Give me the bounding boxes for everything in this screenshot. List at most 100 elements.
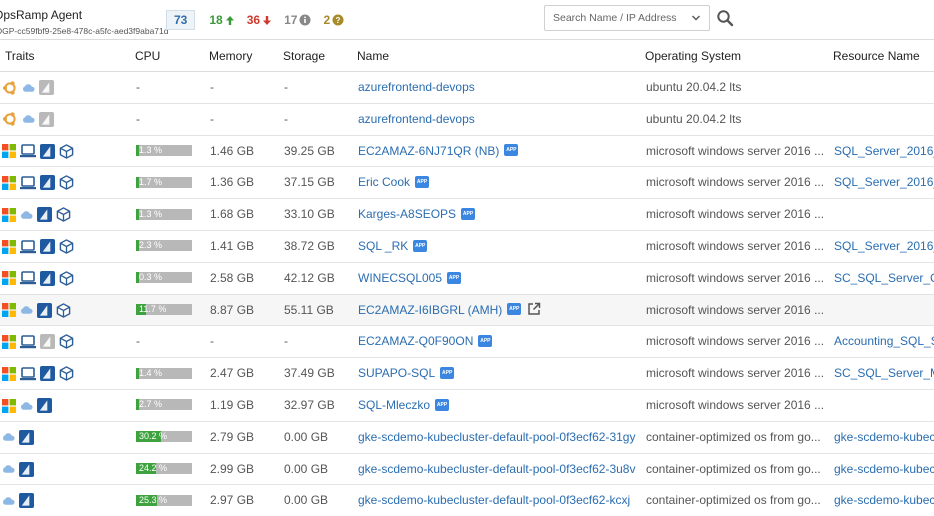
table-row[interactable]: 25.3 % 2.97 GB 0.00 GB gke-scdemo-kubeclust… (0, 485, 934, 516)
column-header-resource-name[interactable]: Resource Name (828, 40, 934, 72)
table-row[interactable]: 2.3 % 1.41 GB 38.72 GB SQL _RK APP microsoft … (0, 231, 934, 263)
resource-name-value-link[interactable]: SQL_Server_2016_E (834, 239, 934, 253)
resource-name-value-link[interactable]: SQL_Server_2016_E (834, 144, 934, 158)
up-count: 18 (209, 13, 223, 27)
app-badge-icon[interactable]: APP (507, 303, 522, 316)
resource-name-link[interactable]: WINECSQL005 (358, 271, 442, 285)
resource-name-value-link[interactable]: SC_SQL_Server_CB (834, 271, 934, 285)
agent-icon (19, 430, 34, 445)
resource-name-value-link[interactable]: gke-scdemo-kubecl (834, 493, 934, 507)
cpu-usage-label: 2.3 % (139, 240, 163, 251)
resource-name-link[interactable]: azurefrontend-devops (358, 112, 475, 126)
total-count-badge[interactable]: 73 (166, 10, 196, 30)
os-cell: ubuntu 20.04.2 lts (646, 111, 742, 126)
name-cell: azurefrontend-devops (352, 72, 640, 103)
resource-name-link[interactable]: EC2AMAZ-I6IBGRL (AMH) (358, 303, 502, 317)
resource-name-link[interactable]: Eric Cook (358, 175, 410, 189)
name-cell: Karges-A8SEOPS APP (352, 199, 640, 230)
column-header-traits[interactable]: Traits (0, 40, 130, 72)
traits-cell (0, 167, 130, 198)
table-row[interactable]: - - - azurefrontend-devops ubuntu 20.04.2 lt… (0, 103, 934, 136)
resource-name-cell (828, 390, 934, 421)
up-count-badge[interactable]: 18 (209, 10, 234, 30)
resource-name-link[interactable]: gke-scdemo-kubecluster-default-pool-0f3e… (358, 493, 630, 507)
resource-name-value-link[interactable]: SC_SQL_Server_MD (834, 366, 934, 380)
table-row[interactable]: 24.2 % 2.99 GB 0.00 GB gke-scdemo-kubeclust… (0, 453, 934, 486)
resource-name-link[interactable]: SUPAPO-SQL (358, 366, 435, 380)
name-cell: azurefrontend-devops (352, 104, 640, 135)
resource-name-cell: SC_SQL_Server_MD (828, 358, 934, 389)
search-icon[interactable] (716, 9, 734, 27)
resource-name-link[interactable]: SQL-Mleczko (358, 398, 430, 412)
column-header-storage[interactable]: Storage (278, 40, 352, 72)
app-badge-icon[interactable]: APP (478, 335, 493, 348)
cpu-cell: 0.3 % (130, 263, 204, 294)
cloud-icon (20, 401, 33, 411)
app-badge-icon[interactable]: APP (413, 239, 428, 252)
traits-cell (0, 295, 130, 326)
agent-icon (19, 462, 34, 477)
search-input[interactable] (545, 6, 685, 30)
os-cell: container-optimized os from go... (646, 493, 821, 508)
arrow-down-icon (263, 15, 272, 25)
resource-name-link[interactable]: gke-scdemo-kubecluster-default-pool-0f3e… (358, 462, 635, 476)
app-badge-icon[interactable]: APP (435, 398, 450, 411)
table-row[interactable]: 1.3 % 1.46 GB 39.25 GB EC2AMAZ-6NJ71QR (NB)… (0, 135, 934, 168)
app-badge-icon[interactable]: APP (447, 271, 462, 284)
windows-icon (2, 271, 16, 285)
cpu-usage-label: 2.7 % (139, 399, 163, 410)
table-row[interactable]: - - - azurefrontend-devops ubuntu 20.04.2 lt… (0, 72, 934, 104)
app-badge-icon[interactable]: APP (504, 144, 519, 157)
resource-name-link[interactable]: gke-scdemo-kubecluster-default-pool-0f3e… (358, 430, 635, 444)
down-count-badge[interactable]: 36 (247, 10, 272, 30)
cpu-cell: - (136, 334, 140, 349)
warning-count-badge[interactable]: 2 ? (323, 10, 344, 30)
os-cell: microsoft windows server 2016 ... (646, 366, 825, 381)
chevron-down-icon[interactable] (691, 13, 701, 23)
resource-name-cell (828, 104, 934, 135)
table-row[interactable]: 1.3 % 1.68 GB 33.10 GB Karges-A8SEOPS APP mic… (0, 199, 934, 231)
external-link-icon[interactable] (527, 302, 541, 316)
table-row[interactable]: 30.2 % 2.79 GB 0.00 GB gke-scdemo-kubeclust… (0, 421, 934, 454)
resource-name-value-link[interactable]: SQL_Server_2016_E (834, 175, 934, 189)
resource-name-link[interactable]: SQL _RK (358, 239, 408, 253)
app-badge-icon[interactable]: APP (440, 367, 455, 380)
search-box[interactable] (544, 5, 710, 31)
table-row[interactable]: 11.7 % 8.87 GB 55.11 GB EC2AMAZ-I6IBGRL (AM… (0, 294, 934, 327)
app-badge-icon[interactable]: APP (461, 208, 476, 221)
agent-id: DGP-cc59fbf9-25e8-478c-a5fc-aed3f9aba71d (0, 26, 169, 36)
table-row[interactable]: 1.7 % 1.36 GB 37.15 GB Eric Cook APP microsof… (0, 167, 934, 200)
column-header-name[interactable]: Name (352, 40, 640, 72)
traits-icons (0, 104, 130, 135)
cpu-usage-label: 1.7 % (139, 176, 163, 187)
table-row[interactable]: - - - EC2AMAZ-Q0F90ON APP microsoft windows s… (0, 326, 934, 359)
resource-name-link[interactable]: azurefrontend-devops (358, 80, 475, 94)
os-cell: microsoft windows server 2016 ... (646, 398, 825, 412)
traits-icons (0, 358, 130, 389)
os-cell: ubuntu 20.04.2 lts (646, 80, 742, 94)
table-row[interactable]: 1.4 % 2.47 GB 37.49 GB SUPAPO-SQL APP microso… (0, 358, 934, 390)
resource-name-link[interactable]: EC2AMAZ-6NJ71QR (NB) (358, 144, 499, 158)
unknown-count-badge[interactable]: 17 (284, 10, 311, 30)
resource-name-value-link[interactable]: gke-scdemo-kubecl (834, 430, 934, 444)
table-row[interactable]: 0.3 % 2.58 GB 42.12 GB WINECSQL005 APP micros… (0, 262, 934, 295)
name-cell: gke-scdemo-kubecluster-default-pool-0f3e… (352, 454, 640, 485)
cube-icon (56, 303, 71, 318)
traits-cell (0, 390, 130, 421)
resource-name-link[interactable]: Karges-A8SEOPS (358, 207, 456, 221)
resource-name-link[interactable]: EC2AMAZ-Q0F90ON (358, 334, 473, 348)
resource-name-value-link[interactable]: Accounting_SQL_Se (834, 334, 934, 348)
resource-name-value-link[interactable]: gke-scdemo-kubecl (834, 462, 934, 476)
grid-header: Traits CPU Memory Storage Name Operating Syst… (0, 40, 934, 72)
traits-cell (0, 326, 130, 357)
column-header-operating-system[interactable]: Operating System (640, 40, 828, 72)
cpu-usage-bar: 2.7 % (136, 399, 192, 411)
app-badge-icon[interactable]: APP (415, 176, 430, 189)
cpu-usage-bar: 11.7 % (136, 303, 192, 315)
traits-icons (0, 199, 130, 230)
os-cell: microsoft windows server 2016 ... (646, 207, 825, 222)
table-row[interactable]: 2.7 % 1.19 GB 32.97 GB SQL-Mleczko APP micros… (0, 390, 934, 422)
cloud-icon (2, 496, 15, 506)
column-header-cpu[interactable]: CPU (130, 40, 204, 72)
column-header-memory[interactable]: Memory (204, 40, 278, 72)
